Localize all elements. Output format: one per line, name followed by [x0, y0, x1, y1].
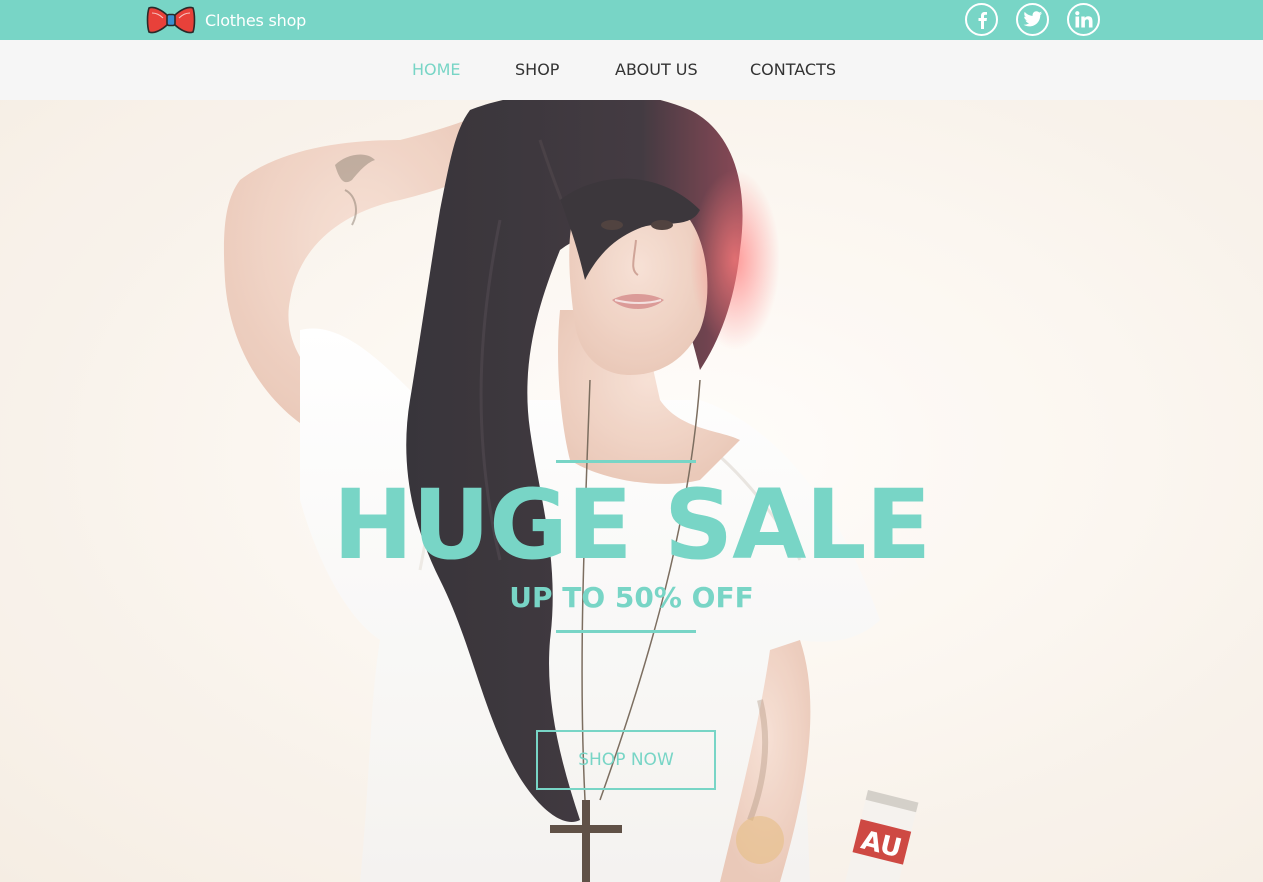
- hero-subheadline: UP TO 50% OFF: [509, 581, 754, 614]
- linkedin-icon: [1074, 11, 1093, 28]
- brand-name: Clothes shop: [205, 10, 307, 30]
- nav-item-contacts[interactable]: CONTACTS: [750, 60, 836, 79]
- shop-now-button[interactable]: SHOP NOW: [536, 730, 716, 790]
- headline-bottom-rule: [556, 630, 696, 633]
- headline-top-rule: [556, 460, 696, 463]
- facebook-link[interactable]: [965, 3, 998, 36]
- top-bar: Clothes shop: [0, 0, 1263, 40]
- bow-tie-icon: [146, 4, 196, 36]
- linkedin-link[interactable]: [1067, 3, 1100, 36]
- facebook-icon: [976, 11, 988, 29]
- brand-logo-link[interactable]: Clothes shop: [146, 4, 306, 36]
- nav-item-shop[interactable]: SHOP: [515, 60, 559, 79]
- nav-item-about-us[interactable]: ABOUT US: [615, 60, 698, 79]
- nav-list: HOME SHOP ABOUT US CONTACTS: [0, 40, 1263, 100]
- main-nav: HOME SHOP ABOUT US CONTACTS: [0, 40, 1263, 100]
- hero-headline: HUGE SALE: [332, 469, 931, 581]
- hero-banner: AU HUGE SALE UP TO 50% OFF SHOP NOW: [0, 100, 1263, 882]
- hero-content: HUGE SALE UP TO 50% OFF SHOP NOW: [0, 100, 1263, 882]
- twitter-link[interactable]: [1016, 3, 1049, 36]
- nav-item-home[interactable]: HOME: [412, 60, 461, 79]
- social-links: [965, 3, 1100, 36]
- twitter-icon: [1022, 11, 1043, 28]
